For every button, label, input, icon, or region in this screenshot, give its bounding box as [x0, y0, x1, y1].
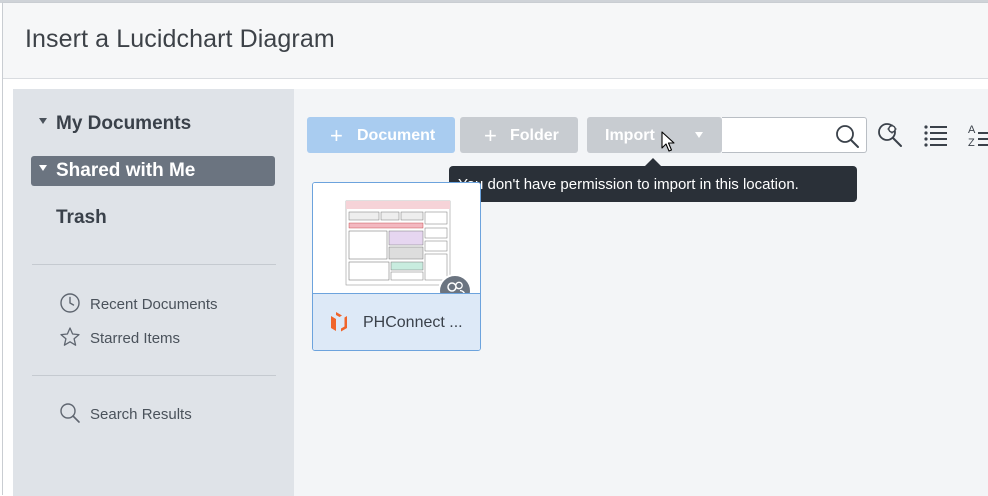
permission-tooltip: You don't have permission to import in t…	[449, 158, 857, 202]
svg-text:A: A	[968, 124, 976, 136]
list-view-icon[interactable]	[922, 121, 950, 149]
search-input[interactable]	[726, 124, 830, 148]
new-document-button[interactable]: + Document	[307, 117, 455, 153]
chevron-down-icon[interactable]	[695, 132, 703, 138]
sidebar-link-label: Search Results	[90, 406, 192, 423]
sidebar-item-label: Trash	[56, 207, 107, 228]
sidebar-item-my-documents[interactable]: My Documents	[31, 109, 275, 139]
tooltip-text: You don't have permission to import in t…	[458, 176, 799, 193]
sidebar-item-trash[interactable]: Trash	[31, 203, 275, 233]
tooltip-arrow	[645, 158, 661, 166]
insert-diagram-dialog: Insert a Lucidchart Diagram My Documents…	[2, 2, 988, 496]
sidebar-link-search-results[interactable]: Search Results	[59, 402, 259, 428]
sort-alphabetical-icon[interactable]: A Z	[967, 121, 988, 149]
sidebar-divider	[32, 375, 276, 376]
button-label: Document	[357, 127, 436, 144]
sidebar-item-label: Shared with Me	[56, 160, 196, 181]
caret-down-icon[interactable]	[39, 165, 47, 171]
button-label: Import	[605, 127, 655, 144]
plus-icon: +	[484, 123, 497, 148]
lucidchart-logo-icon	[331, 312, 347, 332]
search-icon	[60, 403, 80, 423]
star-icon	[60, 327, 80, 346]
svg-text:Z: Z	[968, 137, 975, 149]
sidebar: My Documents Shared with Me Trash Recent…	[13, 89, 294, 496]
sidebar-item-shared-with-me[interactable]: Shared with Me	[31, 156, 275, 186]
dialog-header: Insert a Lucidchart Diagram	[3, 3, 988, 79]
plus-icon: +	[330, 123, 343, 148]
search-icon[interactable]	[834, 123, 860, 149]
sidebar-link-recent-documents[interactable]: Recent Documents	[59, 292, 259, 318]
clock-icon	[60, 293, 80, 313]
sidebar-item-label: My Documents	[56, 113, 192, 134]
search-box[interactable]	[722, 117, 867, 153]
document-card-footer[interactable]: PHConnect ...	[313, 293, 480, 350]
sidebar-link-label: Starred Items	[90, 330, 181, 347]
caret-down-icon[interactable]	[39, 118, 47, 124]
document-card[interactable]: PHConnect ...	[312, 182, 481, 351]
dialog-body: My Documents Shared with Me Trash Recent…	[13, 89, 988, 496]
sidebar-link-label: Recent Documents	[90, 296, 218, 313]
import-button[interactable]: Import	[587, 117, 722, 153]
new-folder-button[interactable]: + Folder	[460, 117, 578, 153]
document-name: PHConnect ...	[363, 314, 463, 331]
advanced-search-icon[interactable]	[876, 121, 904, 149]
sidebar-divider	[32, 264, 276, 265]
document-browser: + Document + Folder Import A Z You don't…	[294, 89, 988, 496]
button-label: Folder	[510, 127, 559, 144]
dialog-title: Insert a Lucidchart Diagram	[25, 25, 335, 53]
mouse-pointer-icon	[661, 131, 675, 152]
sidebar-link-starred-items[interactable]: Starred Items	[59, 326, 259, 352]
